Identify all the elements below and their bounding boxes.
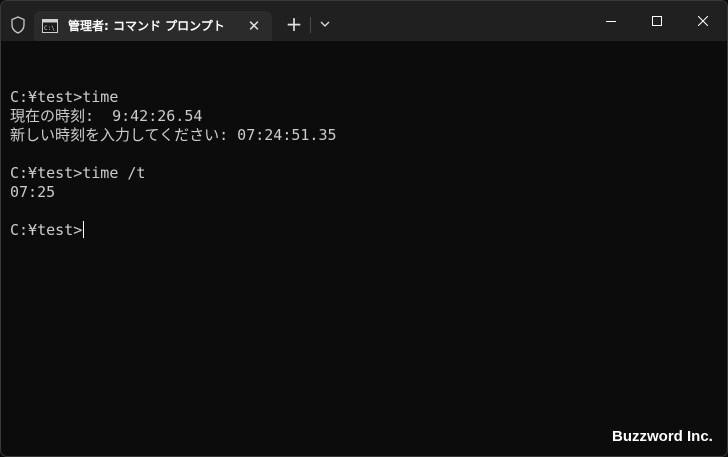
terminal-line-2: C:¥test>time xyxy=(10,88,119,106)
terminal-line-6: C:¥test>time /t xyxy=(10,164,146,182)
terminal-line-1 xyxy=(10,69,716,88)
terminal-output[interactable]: C:¥test>time 現在の時刻: 9:42:26.54 新しい時刻を入力し… xyxy=(10,69,716,444)
watermark: Buzzword Inc. xyxy=(612,428,713,445)
maximize-button[interactable] xyxy=(634,1,680,41)
new-tab-button[interactable]: + xyxy=(283,13,305,35)
text-cursor xyxy=(83,221,85,238)
title-bar: C:\ 管理者: コマンド プロンプト ✕ + xyxy=(1,1,727,41)
close-button[interactable] xyxy=(680,1,726,41)
tab-divider xyxy=(310,17,311,33)
tab-command-prompt[interactable]: C:\ 管理者: コマンド プロンプト ✕ xyxy=(34,11,272,41)
terminal-line-3: 現在の時刻: 9:42:26.54 xyxy=(10,107,203,125)
terminal-line-5 xyxy=(10,145,716,164)
terminal-prompt: C:¥test> xyxy=(10,221,83,239)
tab-dropdown-button[interactable] xyxy=(314,13,336,35)
shield-icon xyxy=(10,16,26,34)
svg-text:C:\: C:\ xyxy=(44,25,55,32)
cmd-icon: C:\ xyxy=(42,18,58,33)
terminal-line-8 xyxy=(10,202,716,221)
terminal-prompt-line[interactable]: C:¥test> xyxy=(10,221,716,240)
terminal-line-4: 新しい時刻を入力してください: 07:24:51.35 xyxy=(10,126,337,144)
tab-title: 管理者: コマンド プロンプト xyxy=(68,19,225,33)
tab-close-button[interactable]: ✕ xyxy=(243,15,265,37)
terminal-line-7: 07:25 xyxy=(10,183,56,201)
chevron-down-icon xyxy=(314,20,336,39)
terminal-window: C:\ 管理者: コマンド プロンプト ✕ + C:¥test>time 現在の… xyxy=(0,0,728,457)
minimize-button[interactable] xyxy=(588,1,634,41)
